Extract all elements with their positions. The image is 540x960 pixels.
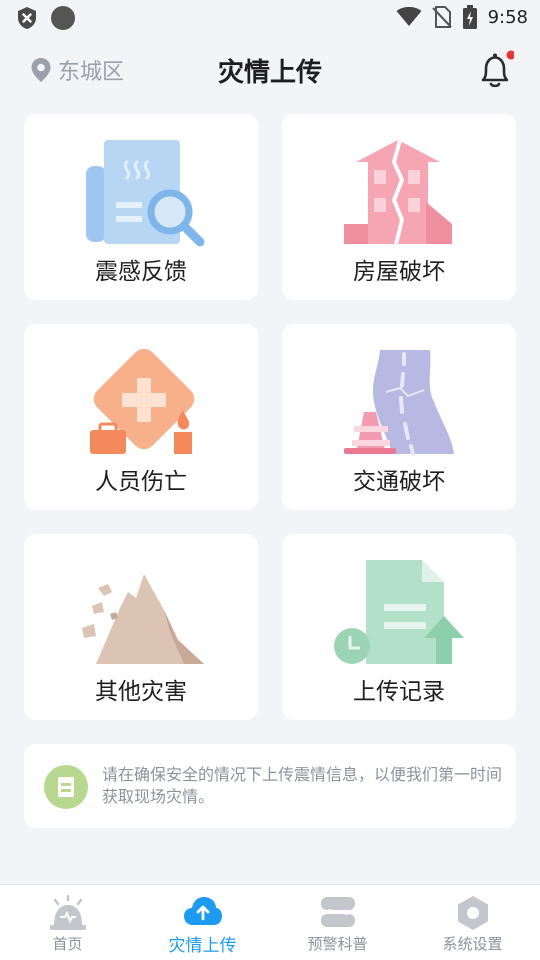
circle-status-icon <box>51 6 75 30</box>
page-title: 灾情上传 <box>217 58 322 88</box>
card-other-disasters[interactable]: 其他灾害 <box>24 534 258 720</box>
card-label: 交通破坏 <box>353 469 445 495</box>
card-label: 上传记录 <box>353 679 445 705</box>
tab-home[interactable]: 首页 <box>0 885 135 960</box>
notice-text: 请在确保安全的情况下上传震情信息，以便我们第一时间获取现场灾情。 <box>102 765 503 806</box>
upload-document-icon <box>334 560 464 664</box>
landslide-rock-icon <box>82 574 204 664</box>
tab-label: 首页 <box>52 935 83 953</box>
card-label: 房屋破坏 <box>353 259 445 285</box>
tab-warning-science[interactable]: 预警科普 <box>270 885 405 960</box>
no-sim-icon <box>431 6 452 28</box>
damaged-building-icon <box>344 139 452 245</box>
status-bar: 9:58 <box>0 0 540 36</box>
siren-icon <box>49 895 86 930</box>
card-casualties[interactable]: 人员伤亡 <box>24 324 258 510</box>
card-earthquake-feedback[interactable]: 震感反馈 <box>24 114 258 300</box>
battery-charging-icon <box>462 5 477 29</box>
card-label: 其他灾害 <box>95 679 187 705</box>
report-search-icon <box>86 140 205 247</box>
tab-label: 系统设置 <box>442 935 503 953</box>
shield-x-icon <box>18 7 36 29</box>
card-label: 人员伤亡 <box>95 469 187 495</box>
cracked-road-icon <box>344 350 454 456</box>
wifi-icon <box>396 7 422 26</box>
cloud-upload-icon <box>183 897 222 925</box>
layers-icon <box>320 897 355 927</box>
tab-disaster-upload[interactable]: 灾情上传 <box>135 885 270 960</box>
card-house-damage[interactable]: 房屋破坏 <box>282 114 516 300</box>
card-label: 震感反馈 <box>95 259 187 285</box>
card-upload-records[interactable]: 上传记录 <box>282 534 516 720</box>
safety-notice: 请在确保安全的情况下上传震情信息，以便我们第一时间获取现场灾情。 <box>24 744 516 828</box>
tab-label: 灾情上传 <box>168 936 237 956</box>
notice-icon <box>44 765 88 809</box>
first-aid-icon <box>90 348 195 454</box>
header: 东城区 灾情上传 <box>0 40 540 100</box>
notification-button[interactable] <box>478 50 516 90</box>
status-time: 9:58 <box>487 6 528 28</box>
tab-system-settings[interactable]: 系统设置 <box>405 885 540 960</box>
tab-label: 预警科普 <box>307 935 368 953</box>
bell-icon <box>481 50 516 88</box>
hexagon-settings-icon <box>457 896 488 930</box>
bottom-tab-bar: 首页 灾情上传 预警科普 系统设置 <box>0 884 540 960</box>
card-traffic-damage[interactable]: 交通破坏 <box>282 324 516 510</box>
